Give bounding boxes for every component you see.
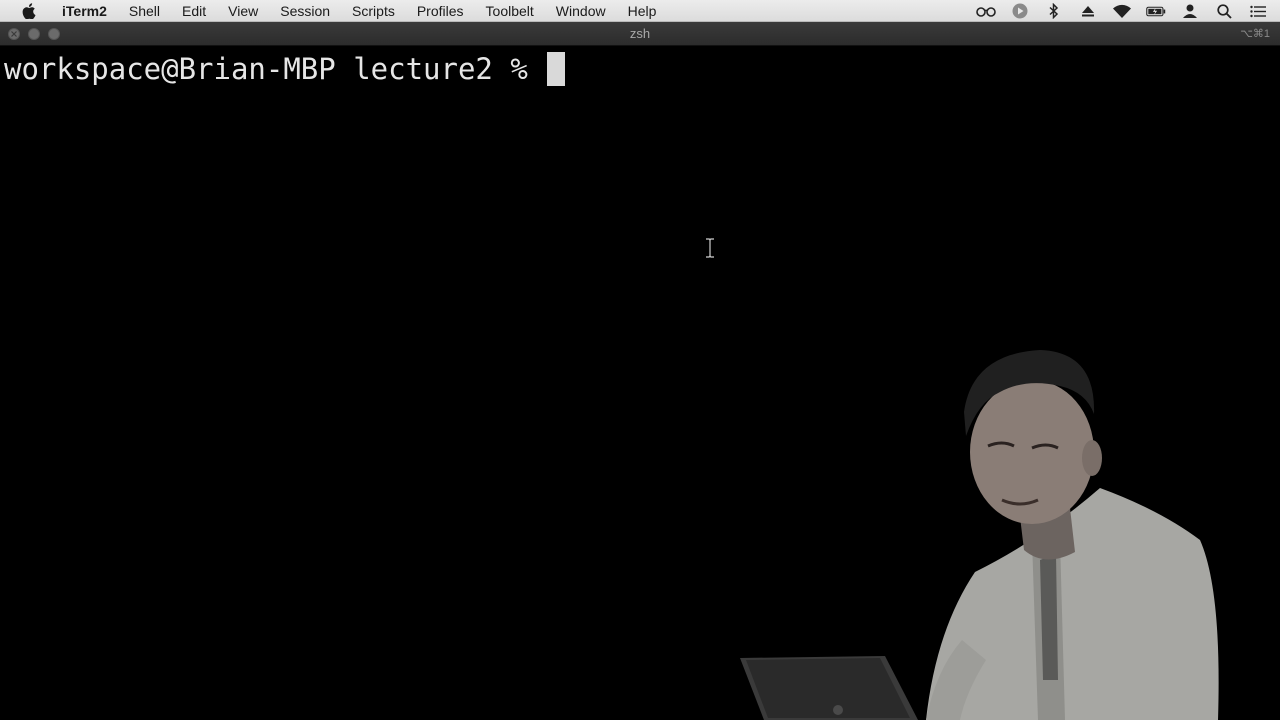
window-shortcut: ⌥⌘1 xyxy=(1240,28,1270,40)
wifi-icon[interactable] xyxy=(1112,2,1132,20)
menu-scripts[interactable]: Scripts xyxy=(341,0,406,22)
menu-help[interactable]: Help xyxy=(617,0,668,22)
shell-prompt: workspace@Brian-MBP lecture2 % xyxy=(4,52,546,86)
user-icon[interactable] xyxy=(1180,2,1200,20)
window-title: zsh xyxy=(629,26,651,41)
menu-bar: iTerm2 Shell Edit View Session Scripts P… xyxy=(0,0,1280,22)
record-icon[interactable] xyxy=(1010,2,1030,20)
glasses-icon[interactable] xyxy=(976,2,996,20)
list-icon[interactable] xyxy=(1248,2,1268,20)
search-icon[interactable] xyxy=(1214,2,1234,20)
menu-profiles[interactable]: Profiles xyxy=(406,0,475,22)
ibeam-cursor-icon xyxy=(704,238,716,258)
terminal-area[interactable]: workspace@Brian-MBP lecture2 % xyxy=(0,46,1280,720)
menu-toolbelt[interactable]: Toolbelt xyxy=(475,0,545,22)
eject-icon[interactable] xyxy=(1078,2,1098,20)
prompt-line: workspace@Brian-MBP lecture2 % xyxy=(4,50,566,88)
menu-session[interactable]: Session xyxy=(269,0,341,22)
text-cursor xyxy=(547,52,566,86)
presenter-video xyxy=(740,340,1280,720)
bluetooth-icon[interactable] xyxy=(1044,2,1064,20)
menu-view[interactable]: View xyxy=(217,0,269,22)
menu-shell[interactable]: Shell xyxy=(118,0,171,22)
menu-edit[interactable]: Edit xyxy=(171,0,217,22)
menu-window[interactable]: Window xyxy=(545,0,617,22)
window-titlebar[interactable]: zsh ⌥⌘1 xyxy=(0,22,1280,46)
status-area xyxy=(976,0,1268,22)
menu-iterm2[interactable]: iTerm2 xyxy=(51,0,118,22)
apple-icon[interactable] xyxy=(19,1,39,21)
battery-icon[interactable] xyxy=(1146,2,1166,20)
